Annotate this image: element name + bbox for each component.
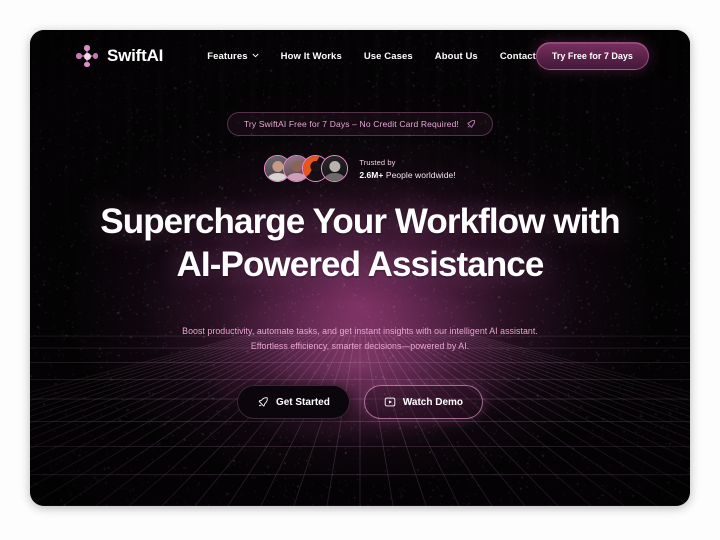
user-count-label: 2.6M+ People worldwide! bbox=[359, 170, 455, 180]
nav-item-features-label: Features bbox=[207, 50, 248, 62]
navbar: SwiftAI Features How It Works Use Cases … bbox=[30, 30, 690, 82]
headline-line-1: Supercharge Your Workflow with bbox=[100, 202, 620, 241]
swiftai-node-cross-logo-icon bbox=[76, 45, 98, 67]
rocket-icon bbox=[257, 396, 269, 408]
watch-demo-button[interactable]: Watch Demo bbox=[363, 385, 484, 420]
rocket-icon bbox=[466, 119, 476, 129]
avatar-group bbox=[264, 155, 349, 182]
brand-name: SwiftAI bbox=[107, 46, 164, 65]
hero-content: Try SwiftAI Free for 7 Days – No Credit … bbox=[30, 30, 690, 420]
nav-item-use-cases-label: Use Cases bbox=[363, 50, 413, 62]
headline-line-2: AI-Powered Assistance bbox=[176, 244, 545, 284]
nav-item-how-it-works[interactable]: How It Works bbox=[281, 51, 342, 62]
play-box-icon bbox=[384, 396, 396, 408]
cta-button-row: Get Started Watch Demo bbox=[236, 385, 484, 420]
get-started-label: Get Started bbox=[275, 396, 330, 408]
nav-links: Features How It Works Use Cases About Us… bbox=[207, 51, 536, 62]
nav-item-features[interactable]: Features bbox=[207, 50, 259, 62]
brand-logo[interactable]: SwiftAI bbox=[76, 45, 163, 67]
user-count-suffix: People worldwide! bbox=[383, 169, 456, 180]
nav-item-contact-label: Contact bbox=[499, 50, 536, 62]
chevron-down-icon bbox=[252, 52, 259, 59]
hero-card: SwiftAI Features How It Works Use Cases … bbox=[30, 30, 690, 506]
social-proof-text: Trusted by 2.6M+ People worldwide! bbox=[359, 158, 455, 180]
promo-banner-label: Try SwiftAI Free for 7 Days – No Credit … bbox=[243, 119, 460, 129]
nav-item-about-us[interactable]: About Us bbox=[435, 51, 478, 62]
page-title: Supercharge Your Workflow with AI-Powere… bbox=[100, 201, 620, 286]
nav-item-about-us-label: About Us bbox=[434, 50, 478, 62]
nav-item-how-it-works-label: How It Works bbox=[280, 50, 342, 62]
subheadline: Boost productivity, automate tasks, and … bbox=[182, 325, 538, 352]
user-count-value: 2.6M+ bbox=[359, 169, 384, 180]
avatar bbox=[321, 155, 349, 182]
nav-try-free-button[interactable]: Try Free for 7 Days bbox=[535, 42, 649, 70]
get-started-button[interactable]: Get Started bbox=[236, 385, 350, 420]
promo-banner-pill[interactable]: Try SwiftAI Free for 7 Days – No Credit … bbox=[226, 112, 494, 136]
watch-demo-label: Watch Demo bbox=[402, 396, 464, 408]
nav-item-contact[interactable]: Contact bbox=[500, 51, 536, 62]
nav-item-use-cases[interactable]: Use Cases bbox=[364, 51, 413, 62]
page-root: SwiftAI Features How It Works Use Cases … bbox=[0, 0, 720, 540]
trusted-by-label: Trusted by bbox=[359, 157, 396, 167]
social-proof-row: Trusted by 2.6M+ People worldwide! bbox=[264, 155, 456, 182]
